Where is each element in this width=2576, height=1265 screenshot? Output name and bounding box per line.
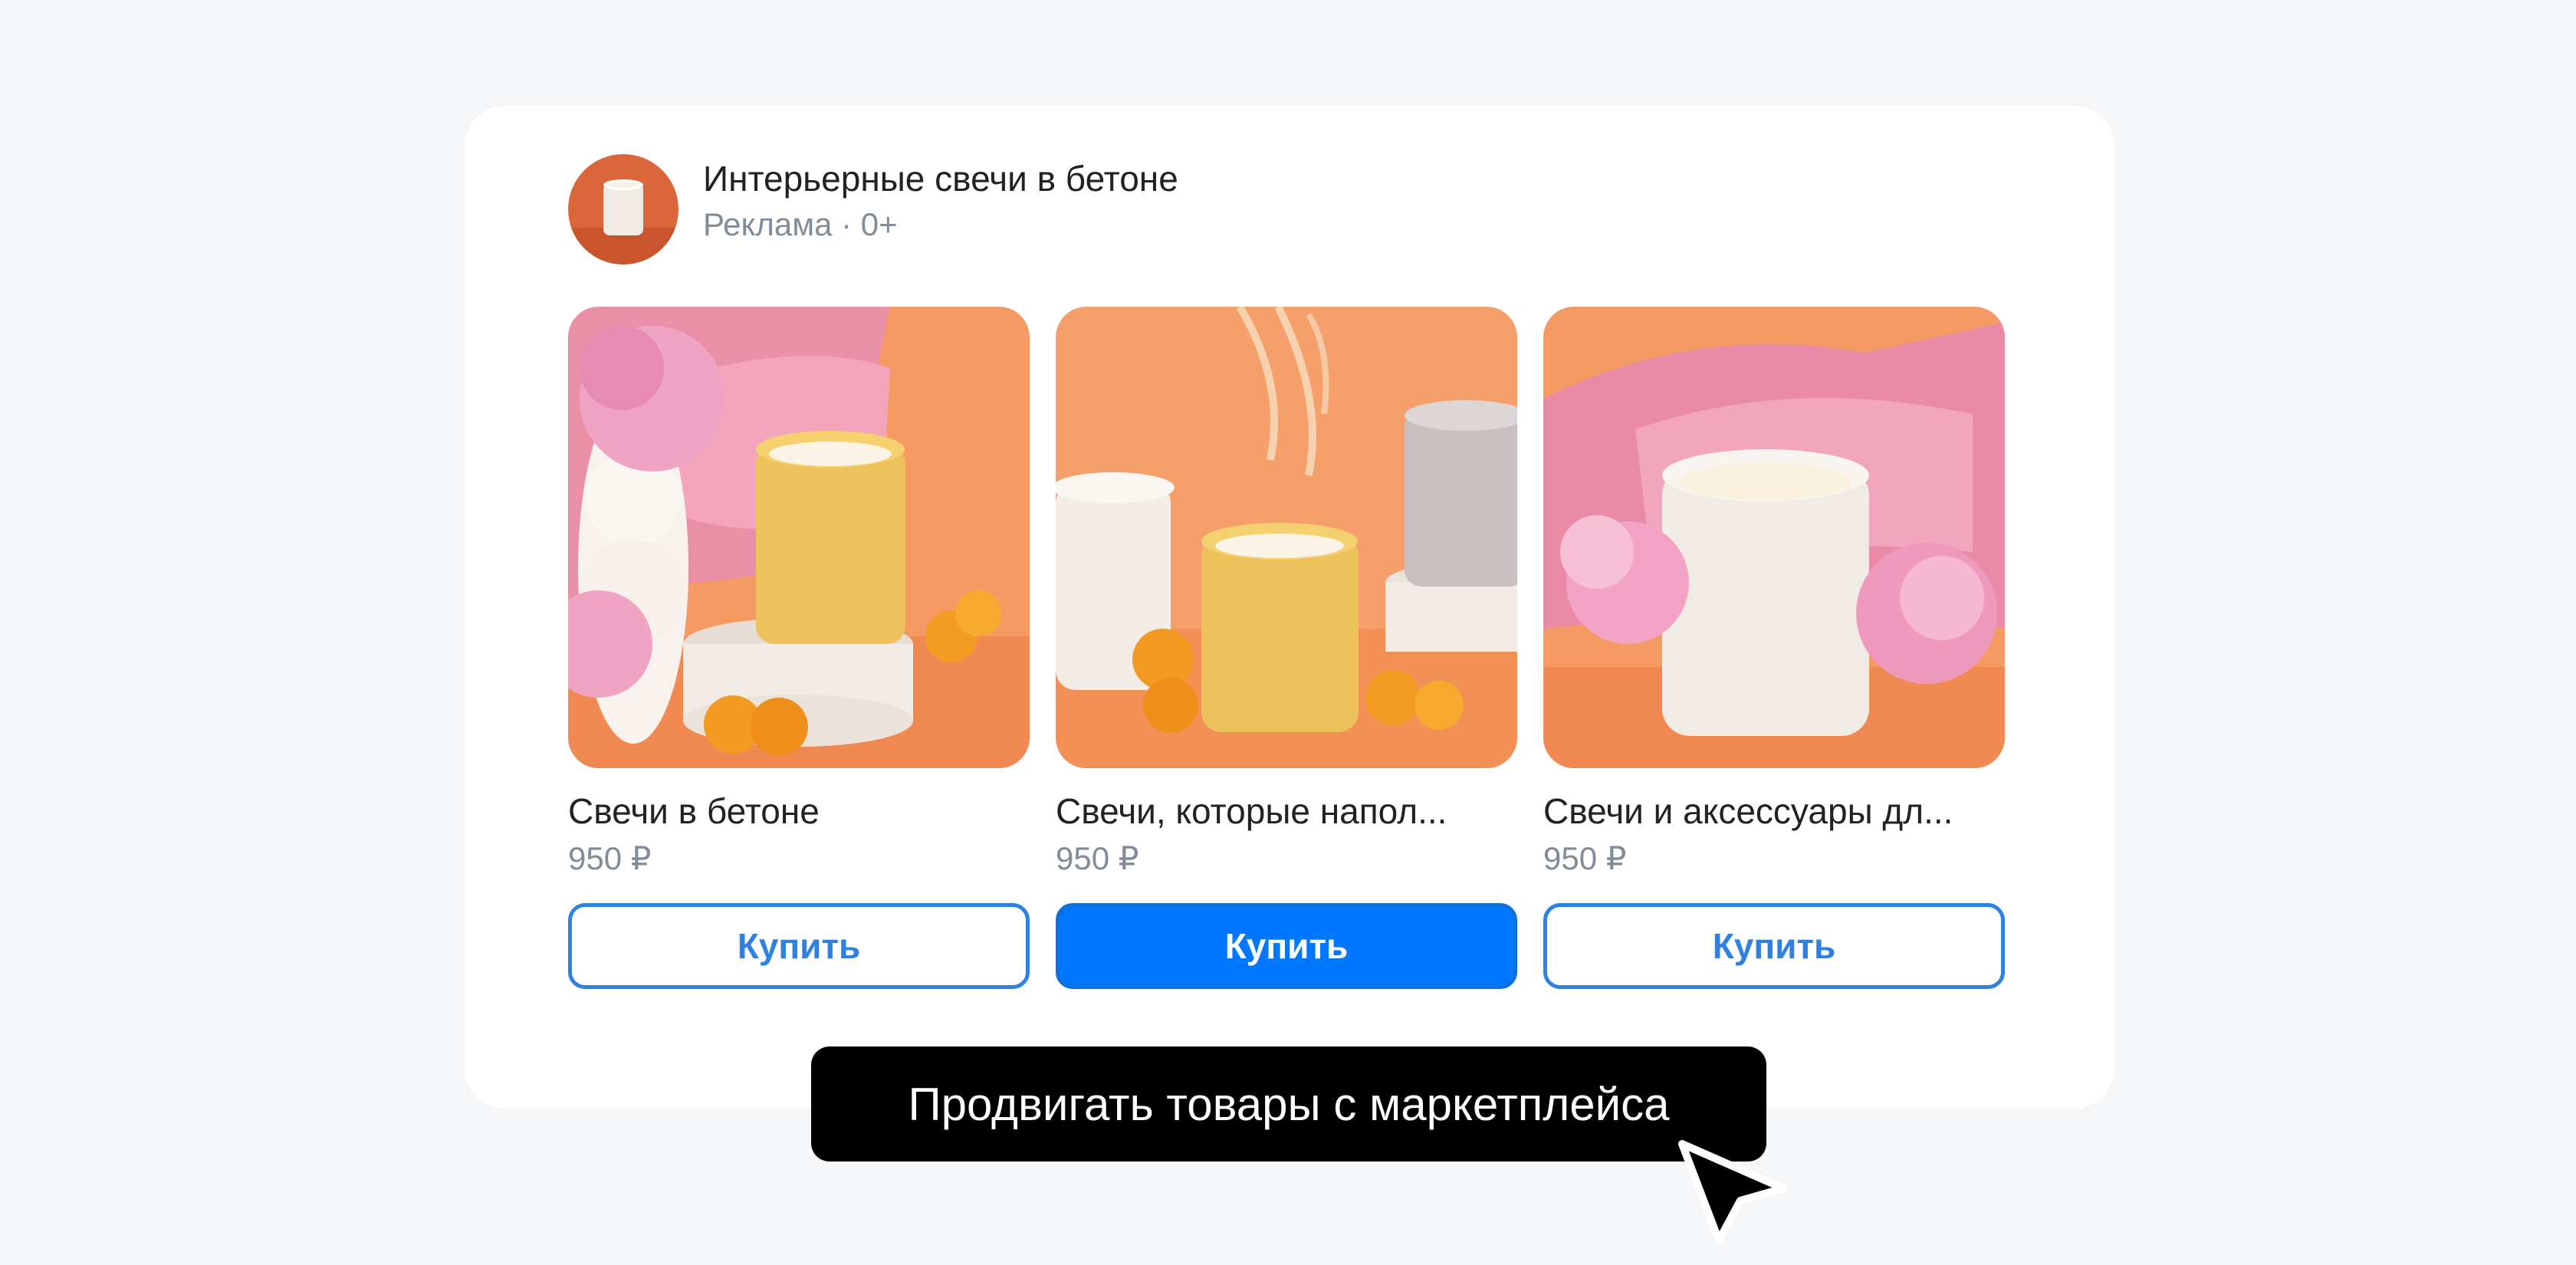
buy-button[interactable]: Купить <box>1543 903 2005 989</box>
product-price: 950 ₽ <box>1543 840 1627 876</box>
ad-subtitle: Реклама · 0+ <box>703 206 898 242</box>
product-price: 950 ₽ <box>568 840 652 876</box>
buy-button[interactable]: Купить <box>568 903 1030 989</box>
mouse-pointer-icon <box>1671 1135 1794 1250</box>
product-name[interactable]: Свечи и аксессуары дл... <box>1543 790 2005 833</box>
ad-title[interactable]: Интерьерные свечи в бетоне <box>703 158 1178 199</box>
ad-card: Интерьерные свечи в бетоне Реклама · 0+ <box>465 106 2114 1109</box>
product-card: Свечи в бетоне 950 ₽ Купить <box>568 307 1030 989</box>
product-image[interactable] <box>1543 307 2005 768</box>
product-card: Свечи и аксессуары дл... 950 ₽ Купить <box>1543 307 2005 989</box>
product-image[interactable] <box>1056 307 1517 768</box>
buy-button[interactable]: Купить <box>1056 903 1517 989</box>
product-image[interactable] <box>568 307 1030 768</box>
product-card: Свечи, которые напол... 950 ₽ Купить <box>1056 307 1517 989</box>
advertiser-avatar[interactable] <box>568 154 678 264</box>
product-price: 950 ₽ <box>1056 840 1139 876</box>
product-name[interactable]: Свечи в бетоне <box>568 790 1030 833</box>
promote-tooltip: Продвигать товары с маркетплейса <box>811 1046 1766 1162</box>
product-name[interactable]: Свечи, которые напол... <box>1056 790 1517 833</box>
